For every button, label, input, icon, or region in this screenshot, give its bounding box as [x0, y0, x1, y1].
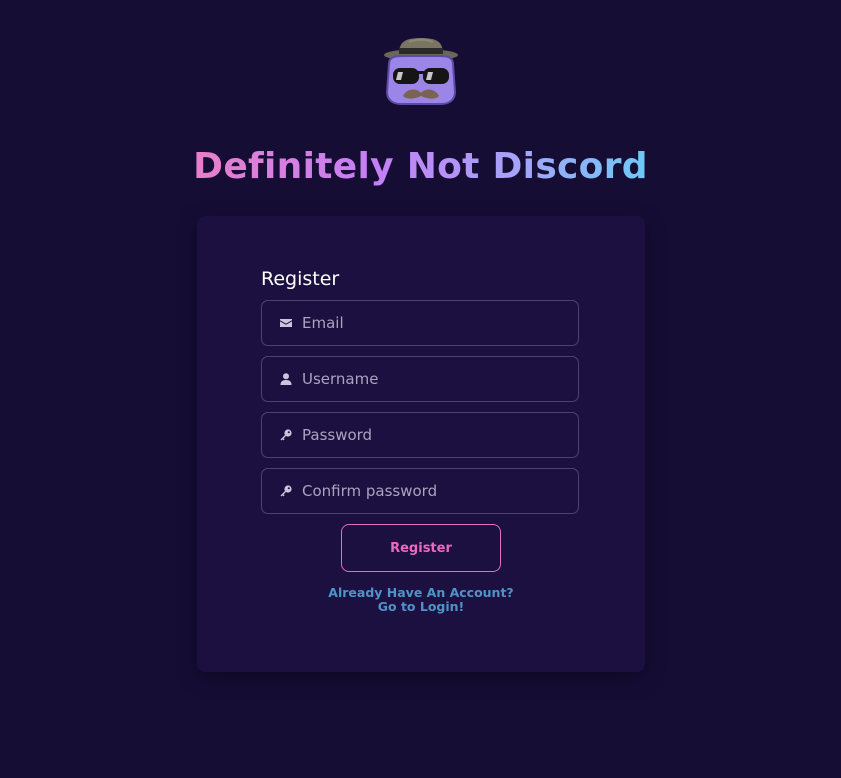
user-icon	[280, 373, 292, 385]
key-icon	[280, 429, 292, 441]
login-link-line2: Go to Login!	[377, 599, 465, 614]
key-icon	[280, 485, 292, 497]
app-title: Definitely Not Discord	[193, 146, 648, 187]
envelope-icon	[280, 319, 292, 327]
email-field[interactable]	[261, 300, 579, 346]
register-card: Register Register Already Have	[197, 216, 645, 672]
password-field[interactable]	[261, 412, 579, 458]
login-link-line1: Already Have An Account?	[328, 585, 514, 600]
go-to-login-link[interactable]: Already Have An Account? Go to Login!	[197, 586, 645, 614]
email-input[interactable]	[302, 301, 572, 345]
form-heading: Register	[261, 268, 340, 290]
confirm-password-input[interactable]	[302, 469, 572, 513]
username-field[interactable]	[261, 356, 579, 402]
password-input[interactable]	[302, 413, 572, 457]
username-input[interactable]	[302, 357, 572, 401]
confirm-password-field[interactable]	[261, 468, 579, 514]
register-button[interactable]: Register	[341, 524, 501, 572]
incognito-mascot-logo-icon	[384, 38, 458, 105]
